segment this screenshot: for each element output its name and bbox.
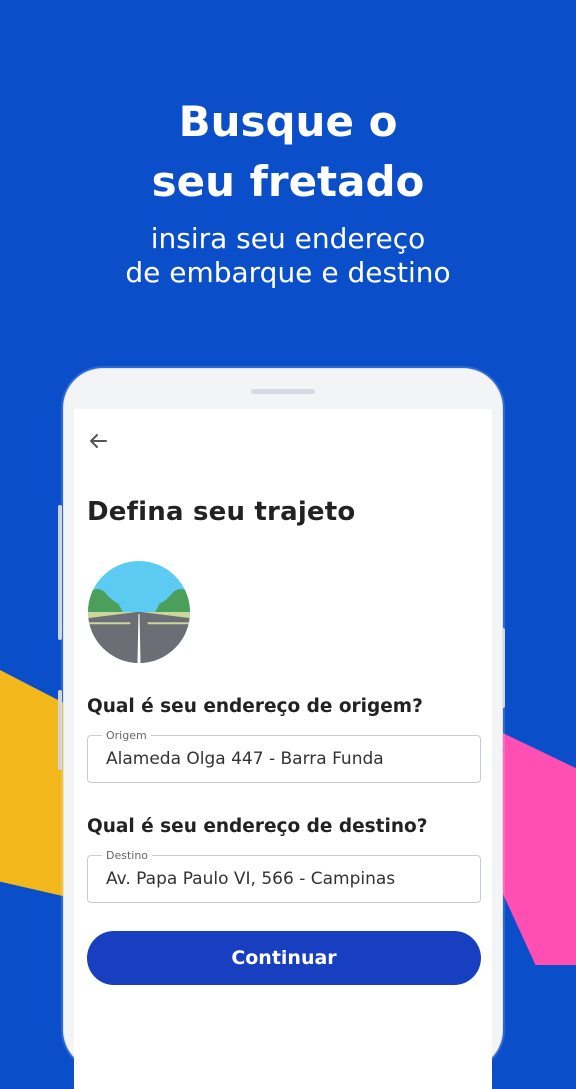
origin-field-value: Alameda Olga 447 - Barra Funda (106, 749, 384, 769)
promo-subtitle-line2: de embarque e destino (125, 256, 451, 289)
continue-button[interactable]: Continuar (87, 931, 481, 985)
origin-question: Qual é seu endereço de origem? (87, 696, 423, 717)
promo-subtitle-line1: insira seu endereço (150, 222, 426, 255)
phone-side-button (58, 690, 62, 770)
destination-field-value: Av. Papa Paulo VI, 566 - Campinas (106, 869, 396, 889)
road-illustration (88, 561, 190, 663)
promo-title-line1: Busque o (178, 97, 398, 146)
destination-field[interactable]: Destino Av. Papa Paulo VI, 566 - Campina… (87, 849, 481, 903)
page-title: Defina seu trajeto (87, 497, 356, 527)
arrow-left-icon[interactable] (86, 429, 110, 453)
phone-mockup: Defina seu trajeto Qual é seu endereço d… (63, 368, 503, 1089)
phone-speaker (251, 389, 315, 394)
origin-field[interactable]: Origem Alameda Olga 447 - Barra Funda (87, 729, 481, 783)
phone-side-button (58, 505, 62, 640)
destination-question: Qual é seu endereço de destino? (87, 816, 428, 837)
promo-title-line2: seu fretado (151, 157, 425, 206)
promo-subtitle: insira seu endereço de embarque e destin… (0, 222, 576, 290)
destination-field-caption: Destino (102, 849, 153, 862)
origin-field-caption: Origem (102, 729, 151, 742)
app-screen: Defina seu trajeto Qual é seu endereço d… (74, 409, 492, 1089)
promo-title: Busque o seu fretado (0, 92, 576, 212)
